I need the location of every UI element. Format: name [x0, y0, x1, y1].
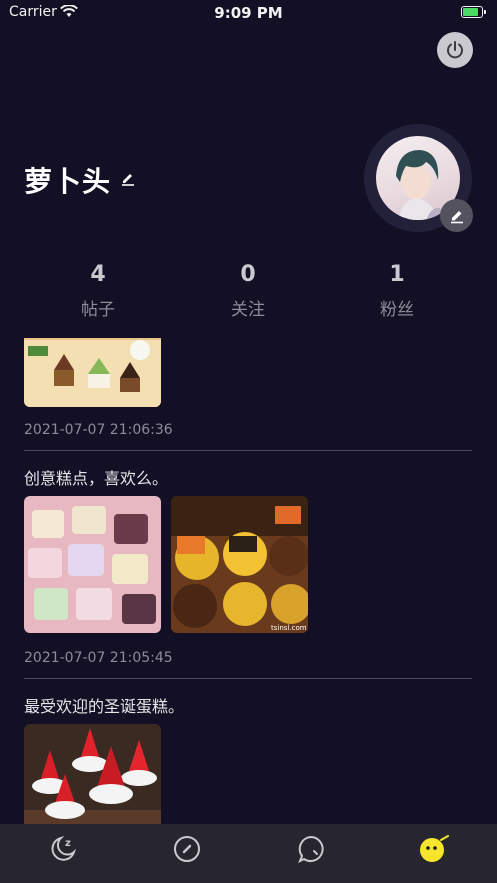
power-icon	[447, 41, 463, 59]
post-image[interactable]	[24, 724, 161, 824]
tab-discover[interactable]	[170, 832, 204, 866]
post-divider	[24, 678, 472, 679]
logout-button[interactable]	[437, 32, 473, 68]
tab-messages[interactable]	[294, 832, 328, 866]
post-image[interactable]: tsinsl.com	[171, 496, 308, 633]
status-bar: Carrier 9:09 PM	[0, 0, 497, 26]
stat-posts-label: 帖子	[81, 300, 115, 320]
post-caption: 创意糕点，喜欢么。	[24, 469, 169, 488]
tab-me[interactable]	[416, 832, 450, 866]
post-timestamp: 2021-07-07 21:06:36	[24, 422, 173, 438]
post-caption: 最受欢迎的圣诞蛋糕。	[24, 697, 185, 716]
post-divider	[24, 450, 472, 451]
stat-followers-label: 粉丝	[380, 300, 414, 320]
stat-followers-count: 1	[389, 262, 405, 287]
battery-icon	[461, 6, 486, 18]
edit-avatar-button[interactable]	[440, 199, 473, 232]
edit-avatar-icon	[450, 210, 463, 223]
stat-following[interactable]: 0 关注	[188, 262, 308, 320]
status-time: 9:09 PM	[214, 4, 283, 22]
stat-posts[interactable]: 4 帖子	[38, 262, 158, 320]
image-watermark: tsinsl.com	[271, 624, 307, 632]
tab-bar: z	[0, 824, 497, 883]
profile-username: 萝卜头	[24, 165, 112, 198]
post-timestamp: 2021-07-07 21:05:45	[24, 650, 173, 666]
chat-bubble-icon	[298, 835, 324, 864]
edit-name-icon[interactable]	[120, 170, 136, 186]
stat-following-count: 0	[240, 262, 256, 287]
post-image[interactable]	[24, 338, 161, 407]
stat-posts-count: 4	[90, 262, 106, 287]
svg-text:z: z	[65, 838, 71, 849]
post-image[interactable]	[24, 496, 161, 633]
profile-stats: 4 帖子 0 关注 1 粉丝	[24, 262, 472, 322]
stat-following-label: 关注	[231, 300, 265, 320]
compass-icon	[174, 836, 200, 862]
tab-sleep[interactable]: z	[46, 832, 80, 866]
sleep-moon-icon: z	[51, 836, 77, 861]
stat-followers[interactable]: 1 粉丝	[337, 262, 457, 320]
post-feed[interactable]: 2021-07-07 21:06:36 创意糕点，喜欢么。 tsinsl.com…	[0, 338, 497, 824]
emoji-face-icon	[420, 835, 449, 862]
